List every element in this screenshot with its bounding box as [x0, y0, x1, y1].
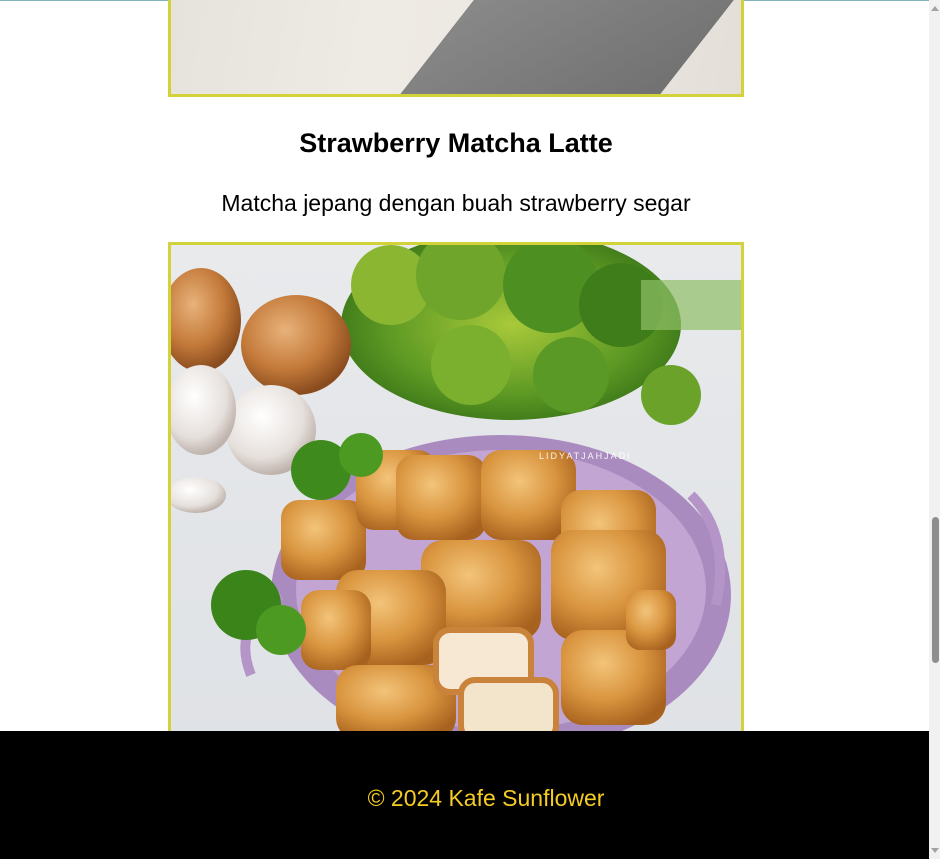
page-footer: © 2024 Kafe Sunflower: [0, 731, 929, 859]
page-content: Strawberry Matcha Latte Matcha jepang de…: [0, 0, 930, 859]
menu-item-description: Matcha jepang dengan buah strawberry seg…: [221, 190, 691, 216]
parsley-bunch: [341, 245, 741, 425]
photo-shadow: [350, 0, 741, 94]
scroll-up-arrow-icon[interactable]: [931, 6, 939, 11]
fried-tofu-photo: LIDYATJAHJADI: [168, 242, 744, 743]
scroll-down-arrow-icon[interactable]: [931, 848, 939, 853]
photo-watermark: LIDYATJAHJADI: [539, 451, 632, 461]
footer-copyright: © 2024 Kafe Sunflower: [367, 785, 605, 811]
page-viewport: Strawberry Matcha Latte Matcha jepang de…: [0, 0, 940, 859]
drink-photo: [168, 0, 744, 97]
vertical-scrollbar[interactable]: [929, 0, 940, 859]
scroll-thumb[interactable]: [932, 517, 939, 663]
menu-item-title: Strawberry Matcha Latte: [299, 128, 613, 158]
food-illustration: LIDYATJAHJADI: [171, 245, 741, 740]
